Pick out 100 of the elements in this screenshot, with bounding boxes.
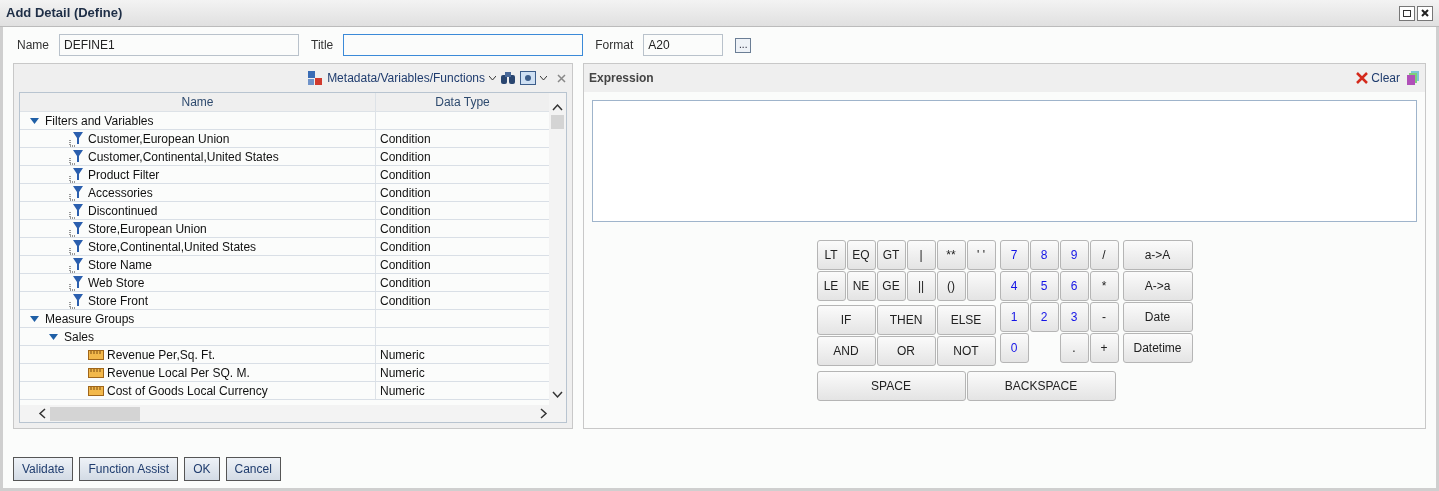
metadata-menu-button[interactable]: Metadata/Variables/Functions bbox=[327, 69, 496, 87]
key-button[interactable]: 2 bbox=[1029, 302, 1059, 332]
key-button[interactable]: Date bbox=[1122, 302, 1193, 332]
view-icon[interactable] bbox=[520, 71, 536, 85]
key-button[interactable]: GT bbox=[876, 240, 906, 270]
scroll-thumb[interactable] bbox=[50, 406, 140, 421]
footer-button[interactable]: Validate bbox=[13, 457, 74, 481]
metadata-icon bbox=[307, 70, 324, 86]
funnel-icon bbox=[69, 274, 85, 291]
key-button[interactable]: () bbox=[936, 271, 966, 301]
funnel-icon bbox=[69, 130, 85, 147]
collapse-caret-icon[interactable] bbox=[49, 333, 58, 340]
key-button[interactable]: Datetime bbox=[1122, 333, 1193, 363]
tree-item-label[interactable]: Discontinued bbox=[88, 201, 158, 220]
tree-item-label[interactable]: Cost of Goods Local Currency bbox=[107, 381, 268, 400]
tree-item-label[interactable]: Product Filter bbox=[88, 165, 160, 184]
footer-button[interactable]: OK bbox=[184, 457, 220, 481]
funnel-icon bbox=[69, 256, 85, 273]
key-button[interactable]: A->a bbox=[1122, 271, 1193, 301]
key-button[interactable]: NE bbox=[846, 271, 876, 301]
tree-item-label[interactable]: Sales bbox=[64, 327, 95, 346]
tree-item-label[interactable]: Accessories bbox=[88, 183, 153, 202]
tree-item-label[interactable]: Store,European Union bbox=[88, 219, 207, 238]
tree-item-label[interactable]: Store,Continental,United States bbox=[88, 237, 257, 256]
key-button[interactable]: OR bbox=[876, 336, 936, 366]
scroll-thumb[interactable] bbox=[551, 115, 564, 129]
key-button[interactable]: * bbox=[1089, 271, 1119, 301]
data-type-text: Condition bbox=[380, 148, 431, 166]
column-header[interactable]: Data Type bbox=[376, 93, 549, 111]
close-button[interactable] bbox=[1417, 5, 1433, 21]
key-button[interactable]: - bbox=[1089, 302, 1119, 332]
format-browse-button[interactable]: ... bbox=[735, 37, 752, 53]
key-button[interactable]: 9 bbox=[1059, 240, 1089, 270]
key-button[interactable]: 6 bbox=[1059, 271, 1089, 301]
tree-item-label[interactable]: Customer,European Union bbox=[88, 129, 230, 148]
tree-item-label[interactable]: Revenue Local Per SQ. M. bbox=[107, 363, 250, 382]
key-button[interactable]: 4 bbox=[999, 271, 1029, 301]
tree-item-label[interactable]: Customer,Continental,United States bbox=[88, 147, 279, 166]
key-button[interactable]: 7 bbox=[999, 240, 1029, 270]
restore-button[interactable] bbox=[1399, 5, 1415, 21]
key-button[interactable]: NOT bbox=[936, 336, 996, 366]
tree-item-label[interactable]: Revenue Per,Sq. Ft. bbox=[107, 345, 216, 364]
key-button[interactable]: 5 bbox=[1029, 271, 1059, 301]
footer-button[interactable]: Cancel bbox=[225, 457, 281, 481]
key-button[interactable]: . bbox=[1059, 333, 1089, 363]
footer-button[interactable]: Function Assist bbox=[79, 457, 179, 481]
key-button[interactable]: 1 bbox=[999, 302, 1029, 332]
tree-item-label[interactable]: Web Store bbox=[88, 273, 145, 292]
key-button[interactable]: + bbox=[1089, 333, 1119, 363]
expression-field[interactable] bbox=[592, 100, 1417, 222]
key-button[interactable]: || bbox=[906, 271, 936, 301]
tree-item-label[interactable]: Measure Groups bbox=[45, 309, 135, 328]
scroll-left-icon[interactable] bbox=[38, 408, 46, 419]
ruler-icon bbox=[88, 385, 104, 396]
tree-item-label[interactable]: Store Name bbox=[88, 255, 153, 274]
data-type-text: Numeric bbox=[380, 382, 425, 400]
horizontal-scrollbar[interactable] bbox=[20, 405, 566, 422]
tree-item-label[interactable]: Filters and Variables bbox=[45, 111, 154, 130]
text-field[interactable]: DEFINE1 bbox=[59, 34, 299, 56]
key-button[interactable]: ' ' bbox=[966, 240, 996, 270]
funnel-icon bbox=[69, 220, 85, 237]
key-button[interactable]: LT bbox=[816, 240, 846, 270]
key-button[interactable]: 0 bbox=[999, 333, 1029, 363]
key-button[interactable]: 3 bbox=[1059, 302, 1089, 332]
binoculars-icon[interactable] bbox=[500, 71, 516, 85]
key-button[interactable]: SPACE bbox=[816, 371, 966, 401]
text-field[interactable]: A20 bbox=[643, 34, 724, 56]
funnel-icon bbox=[69, 292, 85, 309]
key-button[interactable]: IF bbox=[816, 305, 876, 335]
scroll-up-icon[interactable] bbox=[552, 103, 563, 111]
key-button[interactable]: BACKSPACE bbox=[966, 371, 1116, 401]
key-button[interactable]: EQ bbox=[846, 240, 876, 270]
caret-icon[interactable] bbox=[540, 75, 547, 81]
clear-button[interactable]: Clear bbox=[1355, 69, 1400, 87]
data-type-text: Condition bbox=[380, 238, 431, 256]
funnel-icon bbox=[69, 148, 85, 165]
text-field[interactable] bbox=[343, 34, 584, 56]
data-type-text: Condition bbox=[380, 274, 431, 292]
collapse-caret-icon[interactable] bbox=[30, 117, 39, 124]
key-button[interactable]: GE bbox=[876, 271, 906, 301]
key-button[interactable]: THEN bbox=[876, 305, 936, 335]
key-button[interactable]: LE bbox=[816, 271, 846, 301]
key-button[interactable]: | bbox=[906, 240, 936, 270]
key-button[interactable]: / bbox=[1089, 240, 1119, 270]
key-button[interactable]: ELSE bbox=[936, 305, 996, 335]
data-type-text: Condition bbox=[380, 256, 431, 274]
stack-icon[interactable] bbox=[1406, 70, 1420, 86]
vertical-scrollbar[interactable] bbox=[549, 93, 566, 405]
scroll-down-icon[interactable] bbox=[552, 391, 563, 399]
tree-item-label[interactable]: Store Front bbox=[88, 291, 149, 310]
funnel-icon bbox=[69, 202, 85, 219]
scroll-right-icon[interactable] bbox=[540, 408, 548, 419]
field-label: Title bbox=[311, 37, 334, 54]
key-button[interactable]: 8 bbox=[1029, 240, 1059, 270]
close-icon[interactable] bbox=[557, 73, 566, 83]
key-button[interactable]: AND bbox=[816, 336, 876, 366]
key-button[interactable]: ** bbox=[936, 240, 966, 270]
column-header[interactable]: Name bbox=[20, 93, 376, 111]
key-button[interactable]: a->A bbox=[1122, 240, 1193, 270]
collapse-caret-icon[interactable] bbox=[30, 315, 39, 322]
